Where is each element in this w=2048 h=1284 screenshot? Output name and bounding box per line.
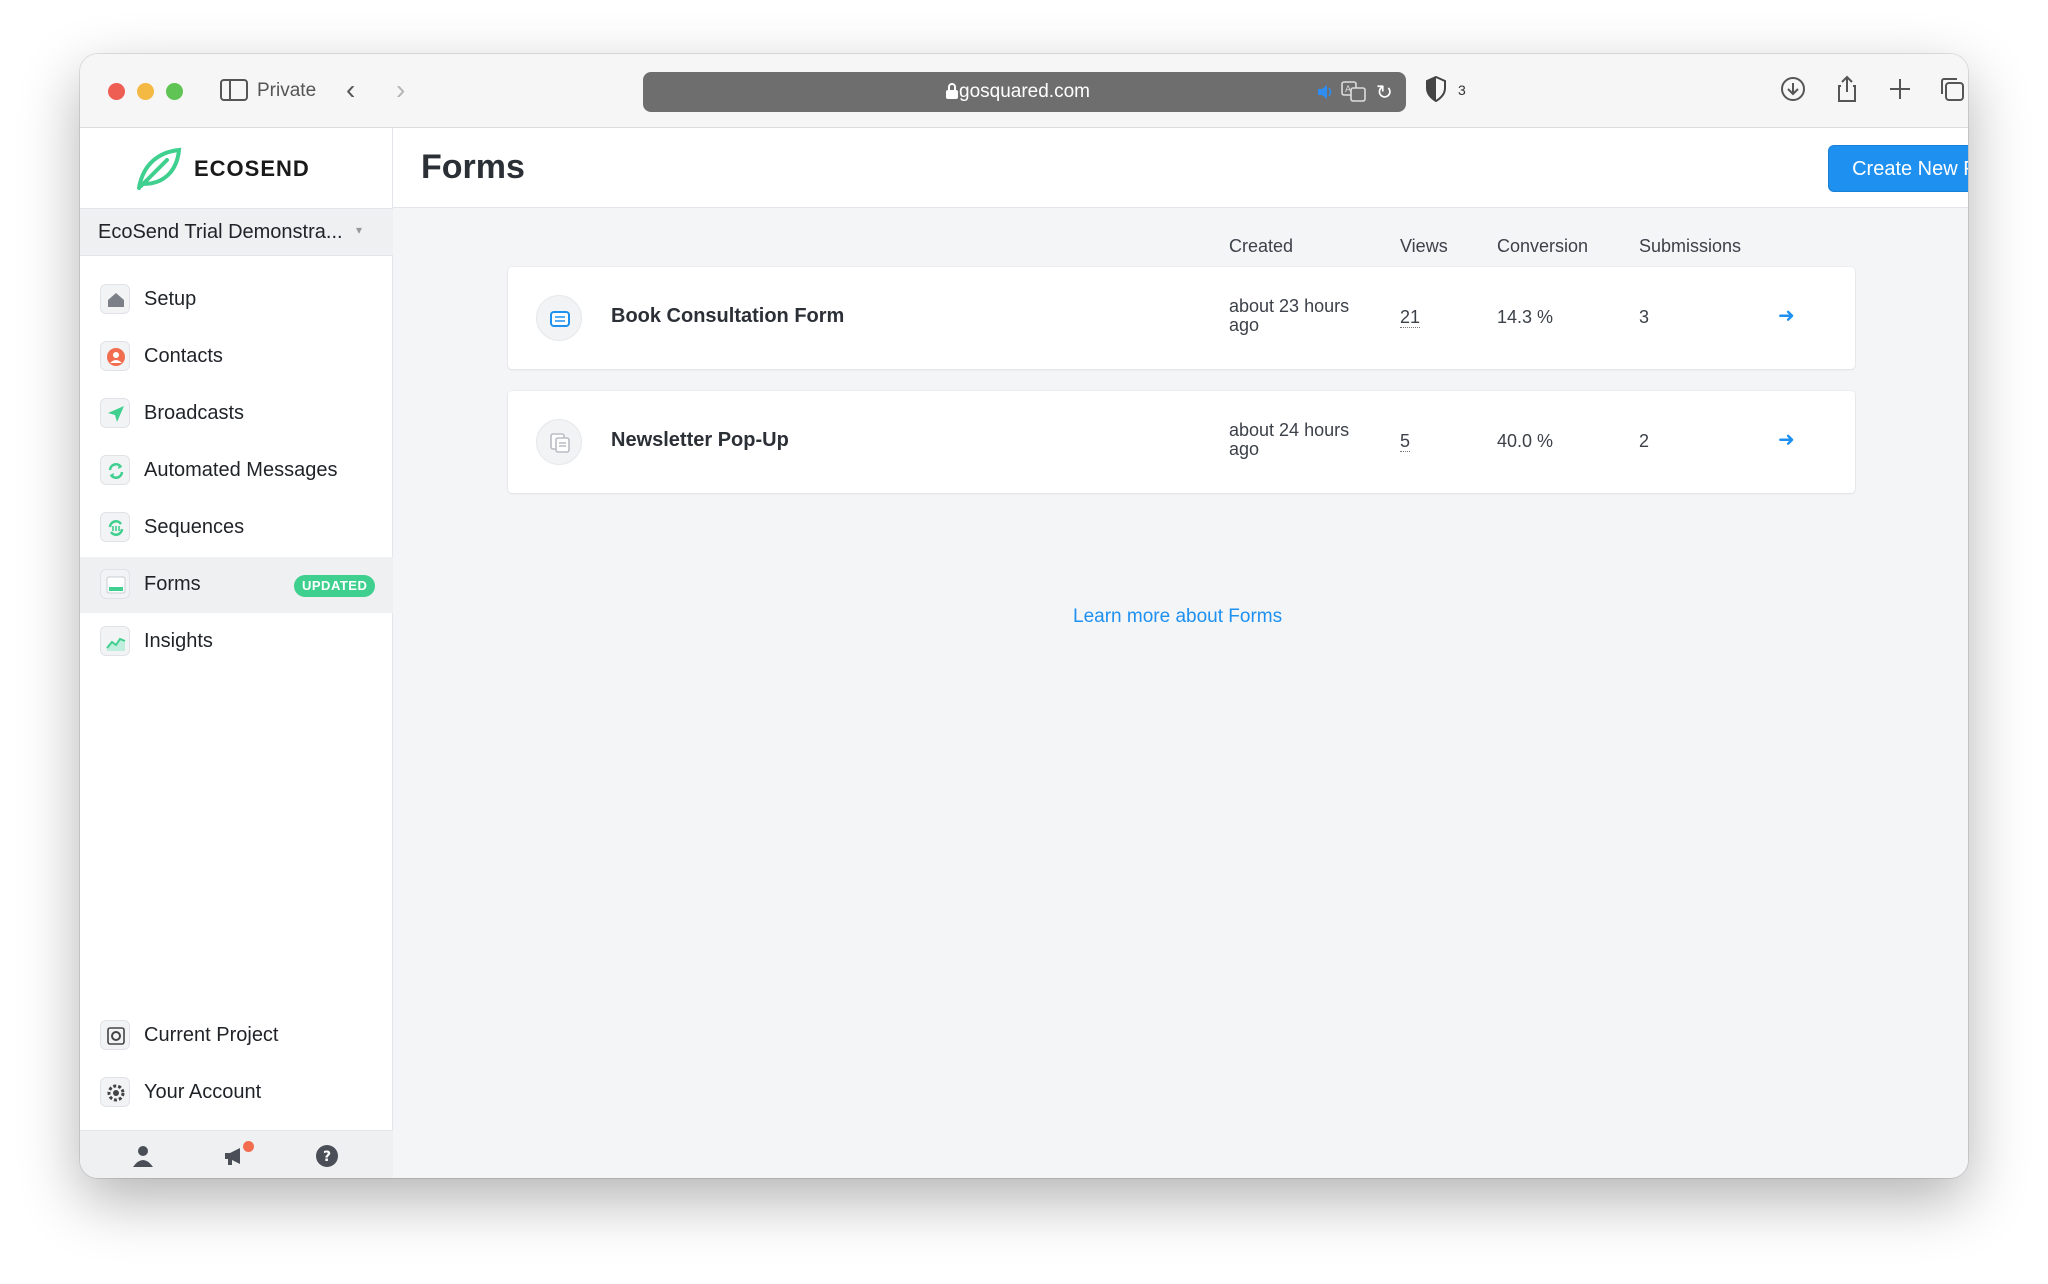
form-created: about 24 hours ago — [1229, 420, 1350, 459]
form-name[interactable]: Book Consultation Form — [611, 305, 844, 328]
arrow-right-icon[interactable]: ➜ — [1778, 427, 1795, 452]
account-gear-icon — [100, 1077, 130, 1107]
project-icon — [100, 1020, 130, 1050]
url-text: gosquared.com — [959, 81, 1090, 102]
svg-text:?: ? — [323, 1149, 331, 1165]
svg-text:A: A — [1345, 85, 1352, 95]
shield-icon[interactable] — [1425, 76, 1447, 102]
form-submissions: 3 — [1639, 307, 1650, 327]
sidebar-item-current-project[interactable]: Current Project — [80, 1008, 393, 1064]
column-header-conversion[interactable]: Conversion — [1497, 236, 1588, 257]
project-name: EcoSend Trial Demonstra... — [98, 221, 343, 243]
browser-toolbar: Private ‹ › gosquared.com A ↻ 3 — [80, 54, 1968, 128]
create-new-form-button[interactable]: Create New Form — [1828, 145, 1968, 192]
user-icon[interactable] — [130, 1143, 156, 1169]
browser-window: Private ‹ › gosquared.com A ↻ 3 ECOSEND … — [80, 54, 1968, 1178]
sidebar-item-automated-messages[interactable]: Automated Messages — [80, 443, 393, 499]
chevron-down-icon: ▾ — [356, 223, 363, 237]
sidebar-toggle-icon[interactable] — [220, 78, 248, 102]
send-icon — [100, 398, 130, 428]
sidebar-item-label: Automated Messages — [144, 459, 338, 481]
close-window-button[interactable] — [108, 83, 125, 100]
private-label: Private — [257, 80, 317, 101]
forward-icon[interactable]: › — [396, 76, 405, 104]
sidebar-item-label: Current Project — [144, 1024, 279, 1046]
contact-icon — [100, 341, 130, 371]
share-icon[interactable] — [1832, 74, 1862, 104]
back-icon[interactable]: ‹ — [346, 76, 355, 104]
sequence-icon — [100, 512, 130, 542]
sidebar-item-broadcasts[interactable]: Broadcasts — [80, 386, 393, 442]
zoom-window-button[interactable] — [166, 83, 183, 100]
main-content: Forms Create New Form Created Views Conv… — [393, 128, 1968, 1178]
speaker-icon[interactable] — [1315, 82, 1335, 102]
tab-overview-icon[interactable] — [1937, 74, 1967, 104]
column-header-created[interactable]: Created — [1229, 236, 1293, 257]
notification-dot — [243, 1141, 254, 1152]
page-header: Forms Create New Form — [393, 128, 1968, 208]
logo-text: ECOSEND — [194, 156, 310, 181]
form-name[interactable]: Newsletter Pop-Up — [611, 429, 789, 452]
sidebar-item-label: Contacts — [144, 345, 223, 367]
sidebar-item-label: Forms — [144, 573, 201, 595]
form-created: about 23 hours ago — [1229, 296, 1350, 335]
sidebar: ECOSEND EcoSend Trial Demonstra... ▾ Set… — [80, 128, 393, 1178]
minimize-window-button[interactable] — [137, 83, 154, 100]
leaf-logo-icon — [137, 147, 182, 190]
download-icon[interactable] — [1778, 74, 1808, 104]
translate-icon[interactable]: A — [1341, 81, 1367, 103]
form-row[interactable]: Newsletter Pop-Up about 24 hours ago 5 4… — [508, 391, 1855, 493]
sidebar-item-sequences[interactable]: Sequences — [80, 500, 393, 556]
form-icon — [100, 569, 130, 599]
logo[interactable]: ECOSEND — [80, 128, 393, 208]
learn-more-link[interactable]: Learn more about Forms — [1073, 606, 1282, 628]
chart-icon — [100, 626, 130, 656]
sidebar-item-your-account[interactable]: Your Account — [80, 1065, 393, 1121]
sidebar-item-forms[interactable]: Forms UPDATED — [80, 557, 393, 613]
home-icon — [100, 284, 130, 314]
tracker-count: 3 — [1458, 82, 1466, 98]
form-submissions: 2 — [1639, 431, 1650, 451]
sidebar-item-contacts[interactable]: Contacts — [80, 329, 393, 385]
sidebar-item-label: Sequences — [144, 516, 245, 538]
form-row[interactable]: Book Consultation Form about 23 hours ag… — [508, 267, 1855, 369]
page-title: Forms — [421, 148, 525, 186]
address-bar[interactable]: gosquared.com A ↻ — [643, 72, 1406, 112]
arrow-right-icon[interactable]: ➜ — [1778, 303, 1795, 328]
sidebar-item-label: Broadcasts — [144, 402, 245, 424]
reload-icon[interactable]: ↻ — [1376, 80, 1393, 105]
popup-form-icon — [536, 419, 582, 465]
refresh-icon — [100, 455, 130, 485]
form-views[interactable]: 21 — [1400, 307, 1421, 328]
form-views[interactable]: 5 — [1400, 431, 1411, 452]
sidebar-item-insights[interactable]: Insights — [80, 614, 393, 670]
sidebar-item-label: Insights — [144, 630, 213, 652]
help-icon[interactable]: ? — [314, 1143, 340, 1169]
sidebar-footer: ? — [80, 1130, 393, 1178]
project-selector[interactable]: EcoSend Trial Demonstra... ▾ — [80, 208, 393, 256]
sidebar-item-label: Setup — [144, 288, 197, 310]
new-tab-icon[interactable] — [1885, 74, 1915, 104]
sidebar-item-setup[interactable]: Setup — [80, 272, 393, 328]
sidebar-item-label: Your Account — [144, 1081, 262, 1103]
form-conversion: 14.3 % — [1497, 307, 1554, 327]
column-header-submissions[interactable]: Submissions — [1639, 236, 1741, 257]
embedded-form-icon — [536, 295, 582, 341]
form-conversion: 40.0 % — [1497, 431, 1554, 451]
column-header-views[interactable]: Views — [1400, 236, 1448, 257]
updated-badge: UPDATED — [294, 575, 376, 597]
